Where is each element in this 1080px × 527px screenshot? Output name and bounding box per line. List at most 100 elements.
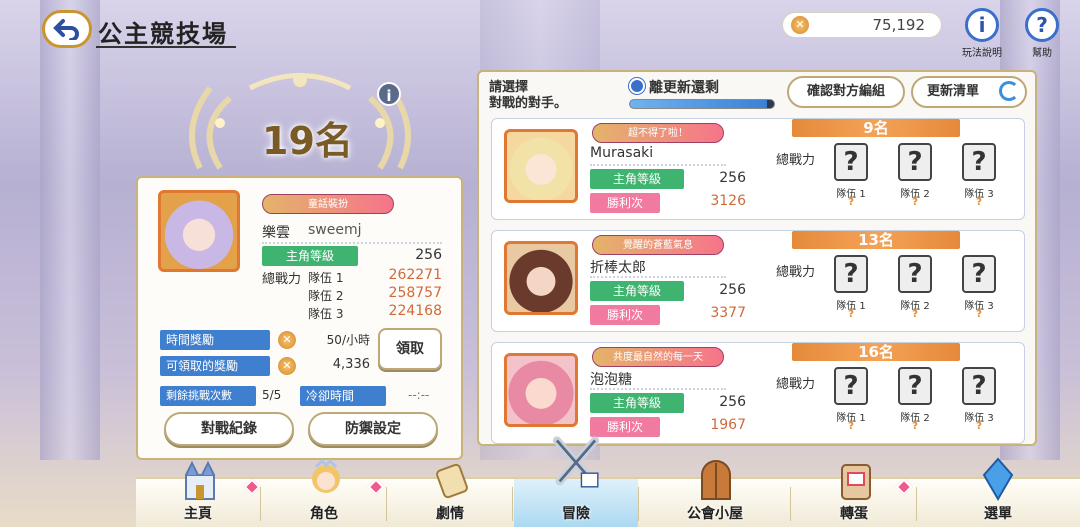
refresh-timer-fill <box>630 100 767 108</box>
cooldown-label: 冷卻時間 <box>300 386 386 406</box>
team-power: 262271 <box>388 267 442 283</box>
hidden-team-icon[interactable]: ? <box>962 255 996 293</box>
nav-story-label: 劇情 <box>436 506 464 522</box>
rank-info-button[interactable]: i <box>377 82 401 106</box>
opponent-title-badge: 超不得了啦！ <box>592 123 724 143</box>
opponent-rank: 9名 <box>792 119 960 137</box>
opponent-rank: 13名 <box>792 231 960 249</box>
hidden-team-icon[interactable]: ? <box>834 255 868 293</box>
nav-menu-label: 選單 <box>984 506 1012 522</box>
opponent-name: 折棒太郎 <box>590 260 646 276</box>
team-power: 224168 <box>388 303 442 319</box>
currency-display: ✕ 75,192 <box>782 12 942 38</box>
hidden-team-icon[interactable]: ? <box>898 255 932 293</box>
nav-separator <box>638 487 639 521</box>
nav-characters-label: 角色 <box>310 506 338 522</box>
team-label: 隊伍 3 <box>308 307 344 321</box>
currency-amount: 75,192 <box>872 16 926 34</box>
team-label: 隊伍 2 <box>308 289 344 303</box>
opponent-avatar[interactable] <box>504 241 578 315</box>
team-unknown-mark: ? <box>912 421 918 432</box>
nav-adventure[interactable]: 冒險 <box>514 436 638 527</box>
player-name: 樂雲 <box>262 225 290 241</box>
nav-separator <box>916 487 917 521</box>
team-unknown-mark: ? <box>848 421 854 432</box>
opponent-title-badge: 共度最自然的每一天 <box>592 347 724 367</box>
hidden-team-icon[interactable]: ? <box>898 367 932 405</box>
team-unknown-mark: ? <box>976 309 982 320</box>
help-label: 幫助 <box>1032 48 1052 59</box>
battle-record-button[interactable]: 對戰紀錄 <box>164 412 294 446</box>
opponent-card[interactable]: 超不得了啦！ Murasaki 主角等級 256 勝利次 3126 9名 總戰力… <box>491 118 1025 220</box>
coin-icon: ✕ <box>276 355 298 377</box>
team-unknown-mark: ? <box>848 309 854 320</box>
refresh-list-label: 更新清單 <box>927 84 980 99</box>
opponent-level-value: 256 <box>719 394 746 410</box>
opponent-power-label: 總戰力 <box>776 265 816 280</box>
nav-story[interactable]: 劇情 <box>388 463 512 527</box>
opponent-rank: 16名 <box>792 343 960 361</box>
hidden-team-icon[interactable]: ? <box>834 367 868 405</box>
info-icon: i <box>965 8 999 42</box>
player-rank: 19名 <box>262 119 353 163</box>
rules-button[interactable]: i 玩法說明 <box>952 8 1012 59</box>
attempts-value: 5/5 <box>262 388 282 402</box>
nav-guild-house-label: 公會小屋 <box>687 506 743 522</box>
player-id: sweemj <box>308 222 362 238</box>
bottom-nav: 主頁 角色 劇情 冒險 公會小屋 轉蛋 選單 <box>136 436 1080 527</box>
nav-home[interactable]: 主頁 <box>136 460 260 527</box>
coin-icon: ✕ <box>276 329 298 351</box>
opponent-card[interactable]: 覺醒的蒼藍氣息 折棒太郎 主角等級 256 勝利次 3377 13名 總戰力 ?… <box>491 230 1025 332</box>
nav-guild-house[interactable]: 公會小屋 <box>640 460 790 527</box>
opponent-wins-label: 勝利次 <box>590 305 660 325</box>
question-icon: ? <box>1025 8 1059 42</box>
divider <box>590 164 726 166</box>
team-unknown-mark: ? <box>848 197 854 208</box>
opponent-title-badge: 覺醒的蒼藍氣息 <box>592 235 724 255</box>
nav-separator <box>386 487 387 521</box>
opponent-power-label: 總戰力 <box>776 377 816 392</box>
refresh-list-button[interactable]: 更新清單 <box>911 76 1027 108</box>
help-button[interactable]: ? 幫助 <box>1012 8 1072 59</box>
team-unknown-mark: ? <box>912 197 918 208</box>
hidden-team-icon[interactable]: ? <box>962 367 996 405</box>
opponent-card[interactable]: 共度最自然的每一天 泡泡糖 主角等級 256 勝利次 1967 16名 總戰力 … <box>491 342 1025 444</box>
clock-icon <box>629 78 645 94</box>
choose-prompt-line1: 請選擇 <box>489 80 529 95</box>
nav-gacha-label: 轉蛋 <box>840 506 868 522</box>
claim-button[interactable]: 領取 <box>378 328 442 370</box>
gacha-machine-icon <box>841 464 871 500</box>
nav-adventure-label: 冒險 <box>562 506 590 522</box>
player-power-label: 總戰力 <box>262 272 302 287</box>
nav-separator <box>260 487 261 521</box>
time-reward-value: 50/小時 <box>326 333 370 347</box>
choose-prompt: 請選擇 對戰的對手。 <box>489 80 567 112</box>
opponent-avatar[interactable] <box>504 129 578 203</box>
crystal-icon <box>982 457 1014 501</box>
back-button[interactable] <box>42 10 92 48</box>
attempts-label: 剩餘挑戰次數 <box>160 386 256 406</box>
team-unknown-mark: ? <box>912 309 918 320</box>
team-power: 258757 <box>388 285 442 301</box>
nav-separator <box>512 487 513 521</box>
defense-settings-button[interactable]: 防禦設定 <box>308 412 438 446</box>
player-avatar[interactable] <box>158 190 240 272</box>
player-title-badge: 童話裝扮 <box>262 194 394 214</box>
hidden-team-icon[interactable]: ? <box>962 143 996 181</box>
refresh-icon <box>999 81 1019 101</box>
opponents-panel: 請選擇 對戰的對手。 離更新還剩 確認對方編組 更新清單 超不得了啦！ Mura… <box>477 70 1037 446</box>
opponent-wins-label: 勝利次 <box>590 417 660 437</box>
opponent-wins-label: 勝利次 <box>590 193 660 213</box>
hidden-team-icon[interactable]: ? <box>834 143 868 181</box>
confirm-lineup-button[interactable]: 確認對方編組 <box>787 76 905 108</box>
opponent-level-label: 主角等級 <box>590 169 684 189</box>
rules-label: 玩法說明 <box>962 48 1002 59</box>
claimable-reward-label: 可領取的獎勵 <box>160 356 270 376</box>
hidden-team-icon[interactable]: ? <box>898 143 932 181</box>
nav-menu[interactable]: 選單 <box>918 457 1078 527</box>
opponent-level-label: 主角等級 <box>590 393 684 413</box>
divider <box>262 242 442 244</box>
divider <box>590 276 726 278</box>
opponent-avatar[interactable] <box>504 353 578 427</box>
character-icon <box>312 458 340 493</box>
